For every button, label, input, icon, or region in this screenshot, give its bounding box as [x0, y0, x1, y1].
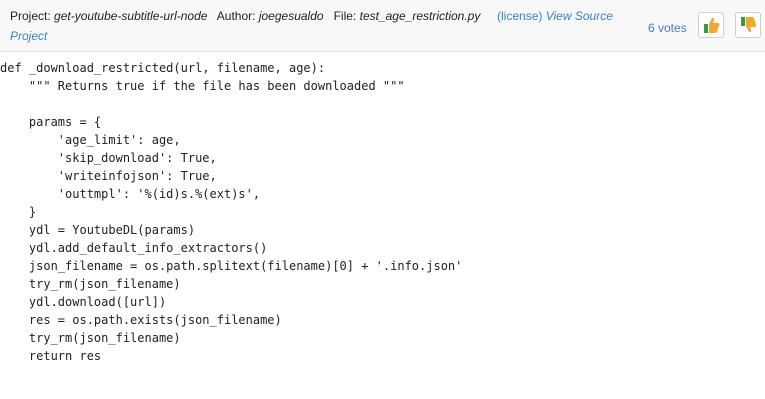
- downvote-button[interactable]: [735, 12, 761, 38]
- project-name: get-youtube-subtitle-url-node: [54, 9, 208, 23]
- project-meta: Project: get-youtube-subtitle-url-node A…: [10, 6, 630, 46]
- code-line: }: [0, 205, 37, 219]
- code-line: """ Returns true if the file has been do…: [0, 79, 405, 93]
- code-block: def _download_restricted(url, filename, …: [0, 59, 765, 365]
- thumbs-up-icon: [704, 17, 720, 33]
- code-line: 'skip_download': True,: [0, 151, 217, 165]
- code-line: return res: [0, 349, 102, 363]
- code-line: ydl.add_default_info_extractors(): [0, 241, 268, 255]
- code-line: try_rm(json_filename): [0, 331, 181, 345]
- code-line: try_rm(json_filename): [0, 277, 181, 291]
- author-name: joegesualdo: [258, 9, 324, 23]
- code-line: 'writeinfojson': True,: [0, 169, 217, 183]
- license-link[interactable]: (license): [497, 9, 542, 23]
- code-line: 'age_limit': age,: [0, 133, 181, 147]
- author-label: Author:: [216, 9, 256, 23]
- code-line: def _download_restricted(url, filename, …: [0, 61, 326, 75]
- code-line: 'outtmpl': '%(id)s.%(ext)s',: [0, 187, 261, 201]
- code-line: ydl.download([url]): [0, 295, 167, 309]
- code-line: params = {: [0, 115, 102, 129]
- upvote-button[interactable]: [698, 12, 724, 38]
- code-line: json_filename = os.path.splitext(filenam…: [0, 259, 463, 273]
- file-name: test_age_restriction.py: [359, 9, 481, 23]
- code-line: ydl = YoutubeDL(params): [0, 223, 196, 237]
- thumbs-down-icon: [741, 17, 757, 33]
- vote-count: 6 votes: [648, 21, 687, 35]
- code-line: res = os.path.exists(json_filename): [0, 313, 282, 327]
- project-header: Project: get-youtube-subtitle-url-node A…: [0, 0, 765, 52]
- project-label: Project:: [10, 9, 51, 23]
- file-label: File:: [333, 9, 357, 23]
